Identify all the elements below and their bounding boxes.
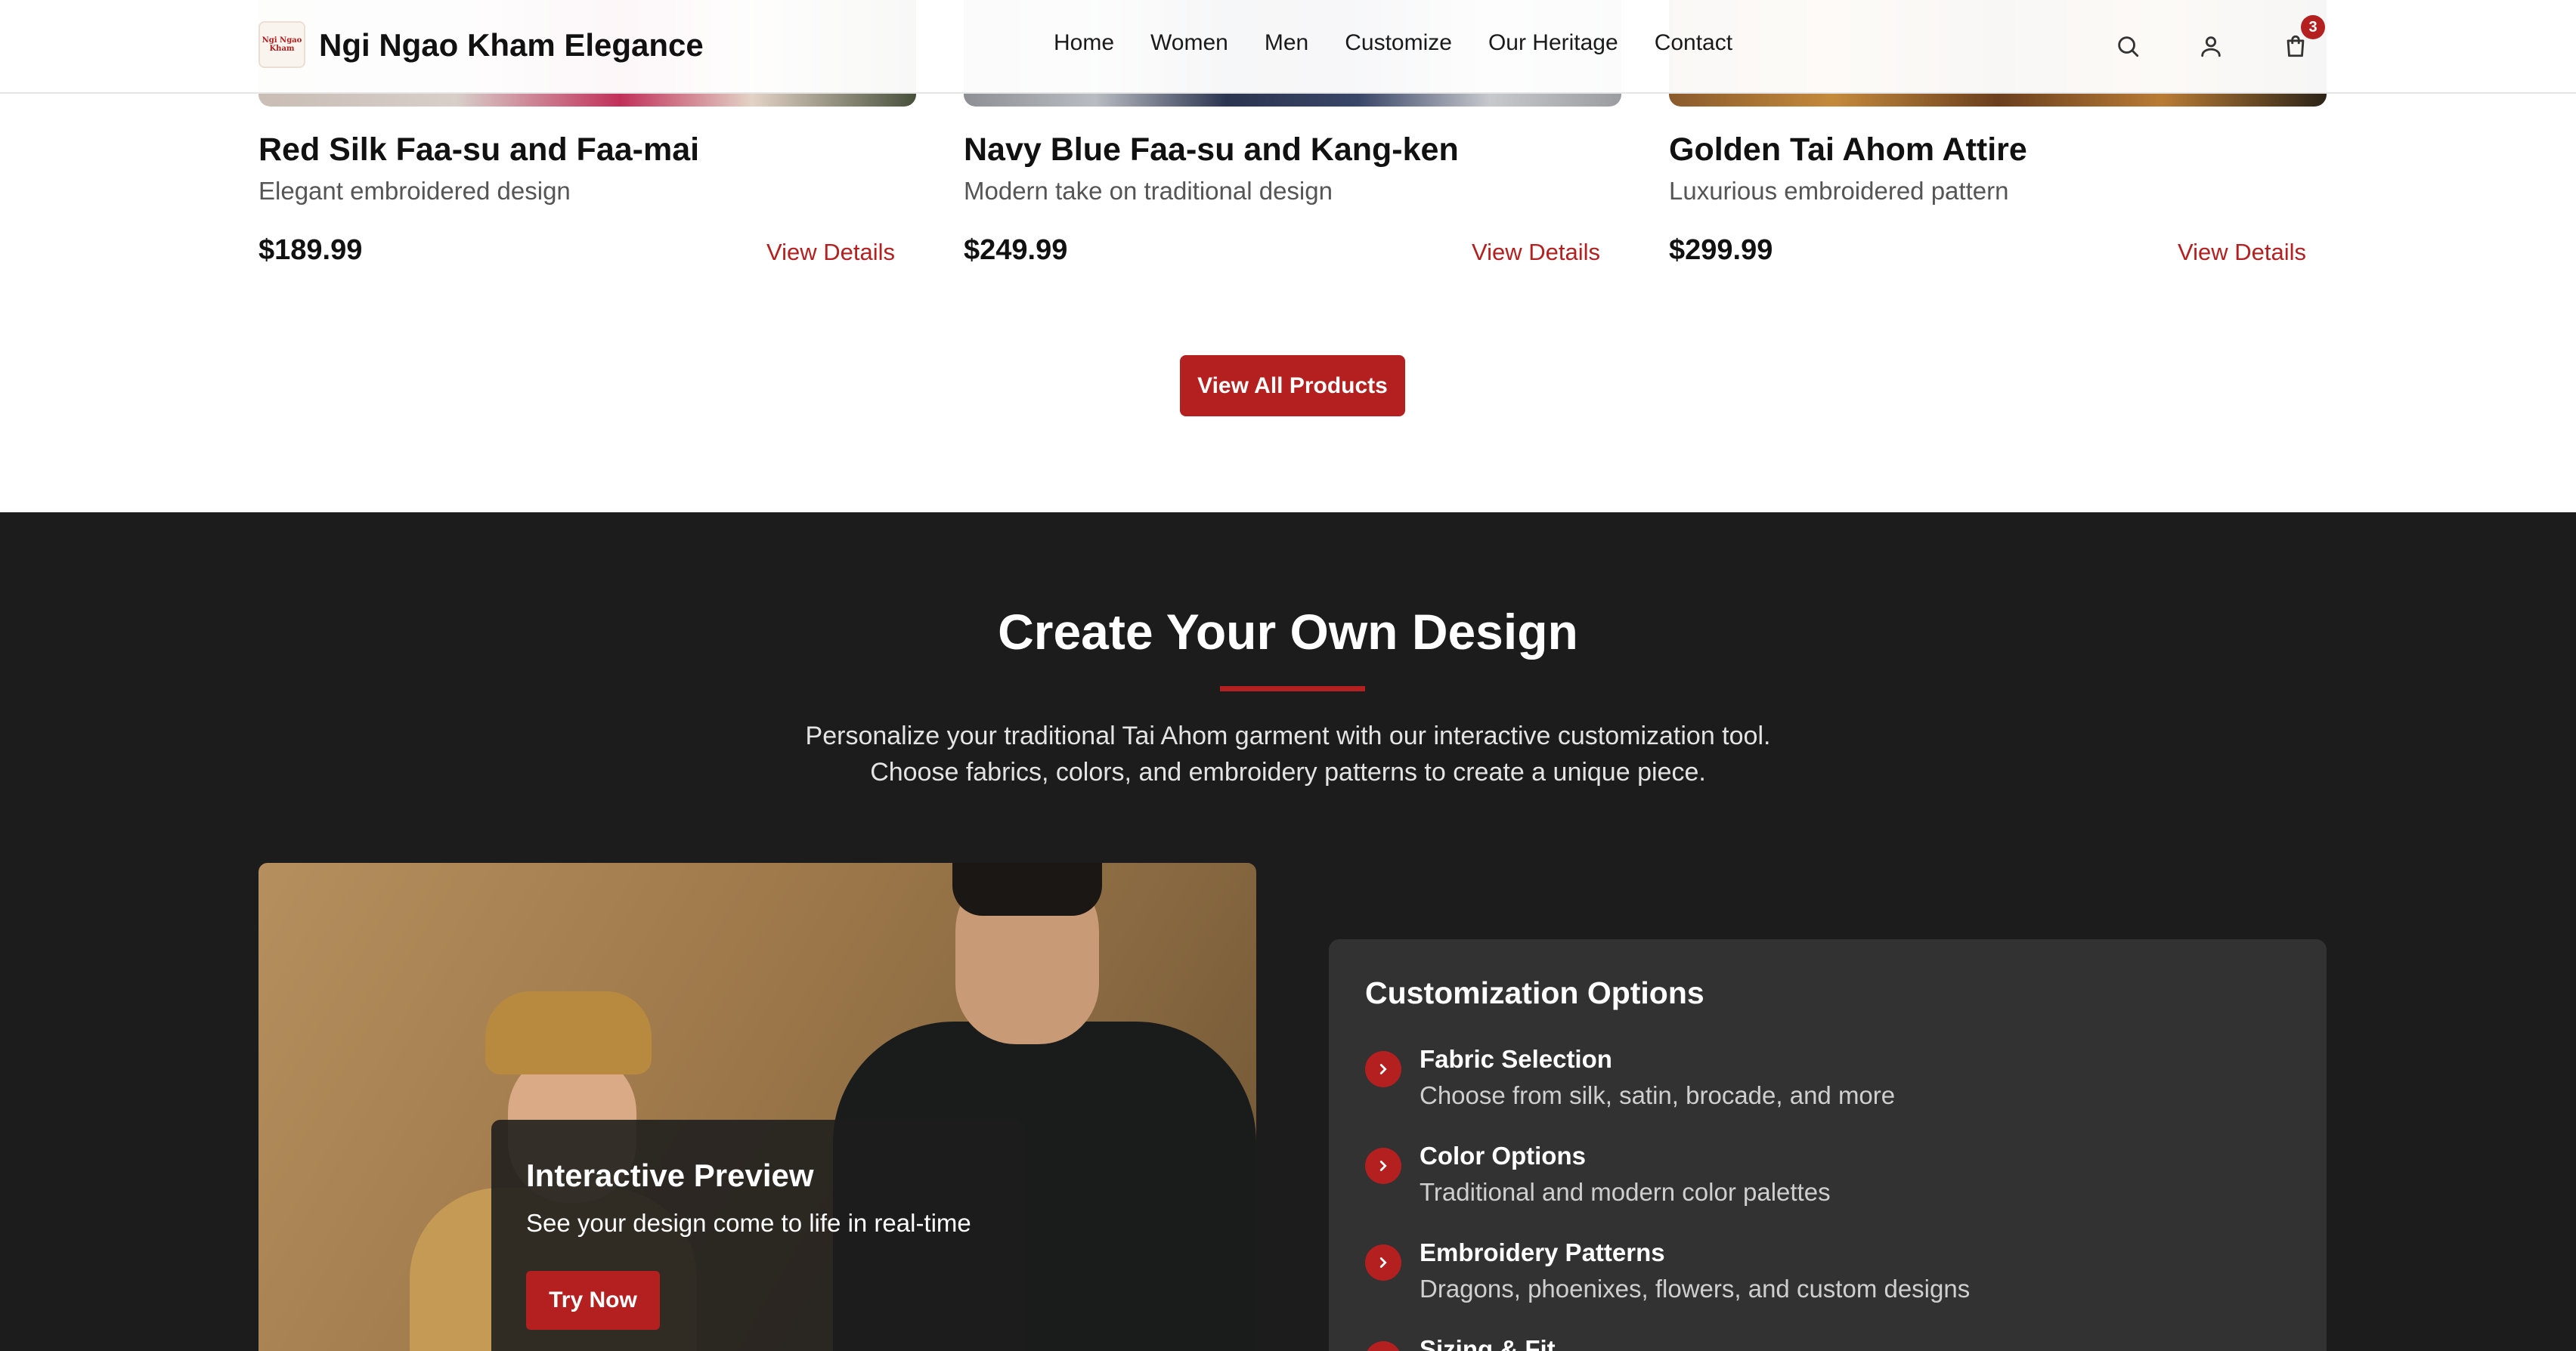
view-details-link[interactable]: View Details [1472,239,1600,266]
product-subtitle: Luxurious embroidered pattern [1669,177,2009,205]
nav-men[interactable]: Men [1265,30,1308,56]
nav-contact[interactable]: Contact [1655,30,1732,56]
product-price: $189.99 [259,234,363,266]
nav-home[interactable]: Home [1054,30,1114,56]
option-title: Color Options [1420,1142,1586,1170]
option-item-color[interactable]: Color Options Traditional and modern col… [1365,1142,2287,1225]
brand-name[interactable]: Ngi Ngao Kham Elegance [319,27,704,63]
nav-our-heritage[interactable]: Our Heritage [1488,30,1618,56]
woman-hat [485,991,652,1074]
product-price: $299.99 [1669,234,1773,266]
view-details-link[interactable]: View Details [2178,239,2306,266]
view-details-link[interactable]: View Details [766,239,895,266]
option-title: Embroidery Patterns [1420,1238,1665,1266]
try-now-button[interactable]: Try Now [526,1271,660,1330]
product-subtitle: Elegant embroidered design [259,177,571,205]
nav-customize[interactable]: Customize [1345,30,1452,56]
description-line-2: Choose fabrics, colors, and embroidery p… [870,758,1706,787]
preview-subtitle: See your design come to life in real-tim… [526,1209,971,1237]
view-all-products-button[interactable]: View All Products [1180,355,1405,416]
title-underline [1220,686,1365,691]
man-hair [952,863,1102,916]
product-title[interactable]: Golden Tai Ahom Attire [1669,131,2027,168]
site-header: Ngi Ngao Kham Ngi Ngao Kham Elegance Hom… [0,0,2576,94]
interactive-preview-card: Interactive Preview See your design come… [491,1120,1023,1351]
brand-logo[interactable]: Ngi Ngao Kham [259,21,305,68]
option-title: Sizing & Fit [1420,1335,1556,1351]
option-description: Dragons, phoenixes, flowers, and custom … [1420,1275,1971,1303]
preview-image: Interactive Preview See your design come… [259,863,1256,1351]
search-icon[interactable] [2110,29,2145,63]
product-title[interactable]: Navy Blue Faa-su and Kang-ken [964,131,1459,168]
user-icon[interactable] [2194,29,2228,63]
option-title: Fabric Selection [1420,1045,1612,1073]
description-line-1: Personalize your traditional Tai Ahom ga… [805,722,1771,750]
chevron-right-icon [1365,1051,1401,1087]
customization-options-panel: Customization Options Fabric Selection C… [1329,939,2327,1351]
section-title: Create Your Own Design [998,604,1578,660]
option-description: Traditional and modern color palettes [1420,1178,1831,1206]
option-item-embroidery[interactable]: Embroidery Patterns Dragons, phoenixes, … [1365,1238,2287,1322]
chevron-right-icon [1365,1244,1401,1281]
main-nav: Home Women Men Customize Our Heritage Co… [1054,30,1732,56]
logo-text-line1: Ngi Ngao [262,36,302,45]
customize-section: Create Your Own Design Personalize your … [0,512,2576,1351]
chevron-right-icon [1365,1341,1401,1351]
logo-text-line2: Kham [269,45,295,53]
product-subtitle: Modern take on traditional design [964,177,1333,205]
option-item-fabric[interactable]: Fabric Selection Choose from silk, satin… [1365,1045,2287,1128]
option-item-sizing[interactable]: Sizing & Fit [1365,1335,2287,1351]
chevron-right-icon [1365,1148,1401,1184]
option-description: Choose from silk, satin, brocade, and mo… [1420,1081,1896,1109]
product-price: $249.99 [964,234,1068,266]
cart-count-badge: 3 [2301,15,2325,39]
preview-title: Interactive Preview [526,1158,814,1193]
options-title: Customization Options [1365,975,1704,1010]
section-description: Personalize your traditional Tai Ahom ga… [0,718,2576,790]
product-title[interactable]: Red Silk Faa-su and Faa-mai [259,131,699,168]
nav-women[interactable]: Women [1150,30,1228,56]
